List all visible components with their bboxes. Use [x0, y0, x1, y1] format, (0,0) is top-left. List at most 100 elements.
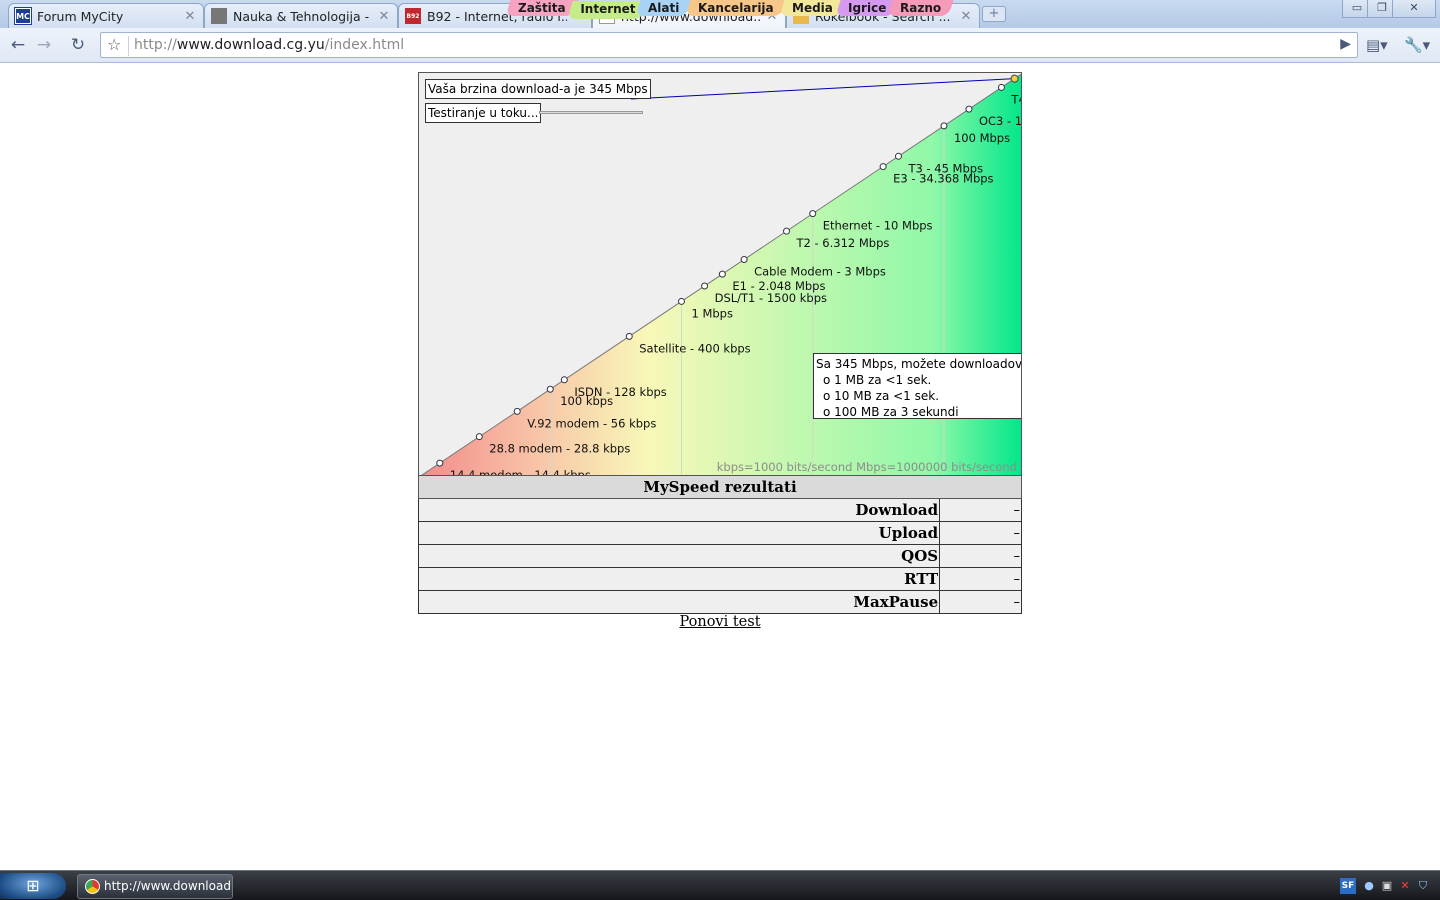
connection-point	[879, 163, 887, 171]
taskbar-window-button[interactable]: http://www.download...	[77, 874, 233, 899]
tray-shield-icon[interactable]: ⛉	[1416, 878, 1430, 894]
connection-label: 28.8 modem - 28.8 kbps	[489, 442, 630, 456]
connection-label: T4 - 274 Mbps	[1010, 92, 1022, 106]
result-label: Download	[417, 498, 941, 522]
taskbar-window-label: http://www.download...	[104, 879, 233, 893]
capability-item: o 100 MB za 3 sekundi	[823, 405, 959, 419]
capability-item: o 10 MB za <1 sek.	[823, 389, 940, 403]
connection-point	[625, 332, 633, 340]
page-menu-icon[interactable]: ▤▾	[1366, 34, 1388, 56]
result-value: –	[939, 567, 1022, 591]
connection-point	[740, 256, 748, 264]
connection-point	[475, 433, 483, 441]
connection-point	[940, 122, 948, 130]
connection-label: E1 - 2.048 Mbps	[732, 279, 825, 293]
close-icon[interactable]: ✕	[377, 9, 391, 24]
connection-point	[546, 385, 554, 393]
connection-point	[809, 210, 817, 218]
connection-label: Ethernet - 10 Mbps	[823, 219, 933, 233]
connection-label: T2 - 6.312 Mbps	[796, 236, 890, 250]
test-progress-bar	[539, 111, 643, 114]
close-icon[interactable]: ✕	[959, 9, 973, 24]
connection-point	[783, 227, 791, 235]
address-bar[interactable]: ☆ http://www.download.cg.yu/index.html ▶	[100, 32, 1358, 58]
tray-device-icon[interactable]: ▣	[1380, 878, 1394, 894]
new-tab-button[interactable]: +	[982, 6, 1006, 22]
connection-label: ISDN - 128 kbps	[574, 385, 666, 399]
chrome-icon	[85, 879, 100, 894]
retest-link[interactable]: Ponovi test	[679, 614, 760, 630]
connection-label: Cable Modem - 3 Mbps	[754, 265, 886, 279]
start-button[interactable]: ⊞	[0, 873, 66, 899]
connection-point	[513, 407, 521, 415]
browser-toolbar: ← → ↻ ☆ http://www.download.cg.yu/index.…	[0, 28, 1440, 63]
url-text[interactable]: http://www.download.cg.yu/index.html	[134, 37, 404, 53]
overlay-tab-media[interactable]: Media	[779, 0, 846, 16]
result-label: Upload	[417, 521, 941, 545]
result-value: –	[939, 498, 1022, 522]
wrench-menu-icon[interactable]: 🔧▾	[1404, 34, 1430, 56]
capability-box: Sa 345 Mbps, možete downloadovati: o 1 M…	[813, 353, 1022, 419]
result-row-qos: QOS –	[417, 544, 1022, 568]
overlay-tab-kancelarija[interactable]: Kancelarija	[685, 0, 787, 16]
connection-label: T3 - 45 Mbps	[907, 161, 983, 175]
tab-forum-mycity[interactable]: MC Forum MyCity ✕	[8, 3, 204, 28]
tray-network-icon[interactable]: ●	[1362, 878, 1376, 894]
test-status-label: Testiranje u toku...	[425, 103, 542, 123]
bookmark-star-icon[interactable]: ☆	[107, 35, 121, 54]
results-header-row: MySpeed rezultati	[418, 475, 1022, 499]
connection-label: OC3 - 155 Mbps	[979, 114, 1022, 128]
connection-point	[718, 270, 726, 278]
connection-label: 100 Mbps	[954, 131, 1010, 145]
download-speed-label: Vaša brzina download-a je 345 Mbps	[425, 79, 651, 99]
tab-label: Forum MyCity	[37, 8, 124, 24]
connection-point	[997, 83, 1005, 91]
overlay-tab-internet[interactable]: Internet	[567, 1, 649, 19]
tray-sf-icon[interactable]: SF	[1340, 878, 1356, 894]
capability-title: Sa 345 Mbps, možete downloadovati:	[816, 357, 1022, 371]
connection-point	[560, 376, 568, 384]
result-row-rtt: RTT –	[417, 567, 1022, 591]
result-value: –	[939, 544, 1022, 568]
result-label: QOS	[417, 544, 941, 568]
connection-point	[677, 297, 685, 305]
results-table: MySpeed rezultati Download – Upload – QO…	[417, 475, 1022, 614]
address-separator	[128, 36, 129, 56]
results-header: MySpeed rezultati	[418, 475, 1022, 499]
connection-point	[701, 282, 709, 290]
taskbar: ⊞ http://www.download... SF ● ▣ ✕ ⛉	[0, 870, 1440, 900]
result-row-upload: Upload –	[417, 521, 1022, 545]
close-window-button[interactable]: ✕	[1392, 0, 1436, 18]
document-favicon-icon	[211, 8, 227, 24]
result-label: RTT	[417, 567, 941, 591]
overlay-tab-alati[interactable]: Alati	[635, 0, 692, 16]
tab-label: Nauka & Tehnologija - ...	[233, 8, 373, 24]
mycity-favicon-icon: MC	[14, 7, 32, 25]
result-label: MaxPause	[417, 590, 941, 614]
capability-item: o 1 MB za <1 sek.	[823, 373, 932, 387]
unit-note: kbps=1000 bits/second Mbps=1000000 bits/…	[716, 460, 1017, 474]
measured-speed-marker	[1010, 74, 1019, 83]
speed-chart: 14.4 modem - 14.4 kbps 28.8 modem - 28.8 …	[418, 72, 1022, 476]
tray-security-alert-icon[interactable]: ✕	[1398, 878, 1412, 894]
result-value: –	[939, 590, 1022, 614]
reload-button[interactable]: ↻	[66, 34, 90, 56]
back-button[interactable]: ←	[6, 34, 30, 56]
tab-nauka-tehnologija[interactable]: Nauka & Tehnologija - ... ✕	[204, 3, 398, 28]
connection-label: Satellite - 400 kbps	[639, 341, 750, 355]
result-row-download: Download –	[417, 498, 1022, 522]
go-icon[interactable]: ▶	[1340, 36, 1351, 52]
connection-point	[894, 152, 902, 160]
close-icon[interactable]: ✕	[183, 9, 197, 24]
forward-button[interactable]: →	[32, 34, 56, 56]
result-value: –	[939, 521, 1022, 545]
retest-container: Ponovi test	[0, 614, 1440, 630]
connection-point	[965, 105, 973, 113]
connection-label: V.92 modem - 56 kbps	[527, 416, 656, 430]
tab-strip: MC Forum MyCity ✕ Nauka & Tehnologija - …	[0, 0, 1440, 28]
result-row-maxpause: MaxPause –	[417, 590, 1022, 614]
overlay-tab-zastita[interactable]: Zaštita	[505, 0, 579, 16]
overlay-tab-razno[interactable]: Razno	[887, 0, 954, 16]
connection-label: 1 Mbps	[691, 306, 733, 320]
connection-point	[436, 459, 444, 467]
